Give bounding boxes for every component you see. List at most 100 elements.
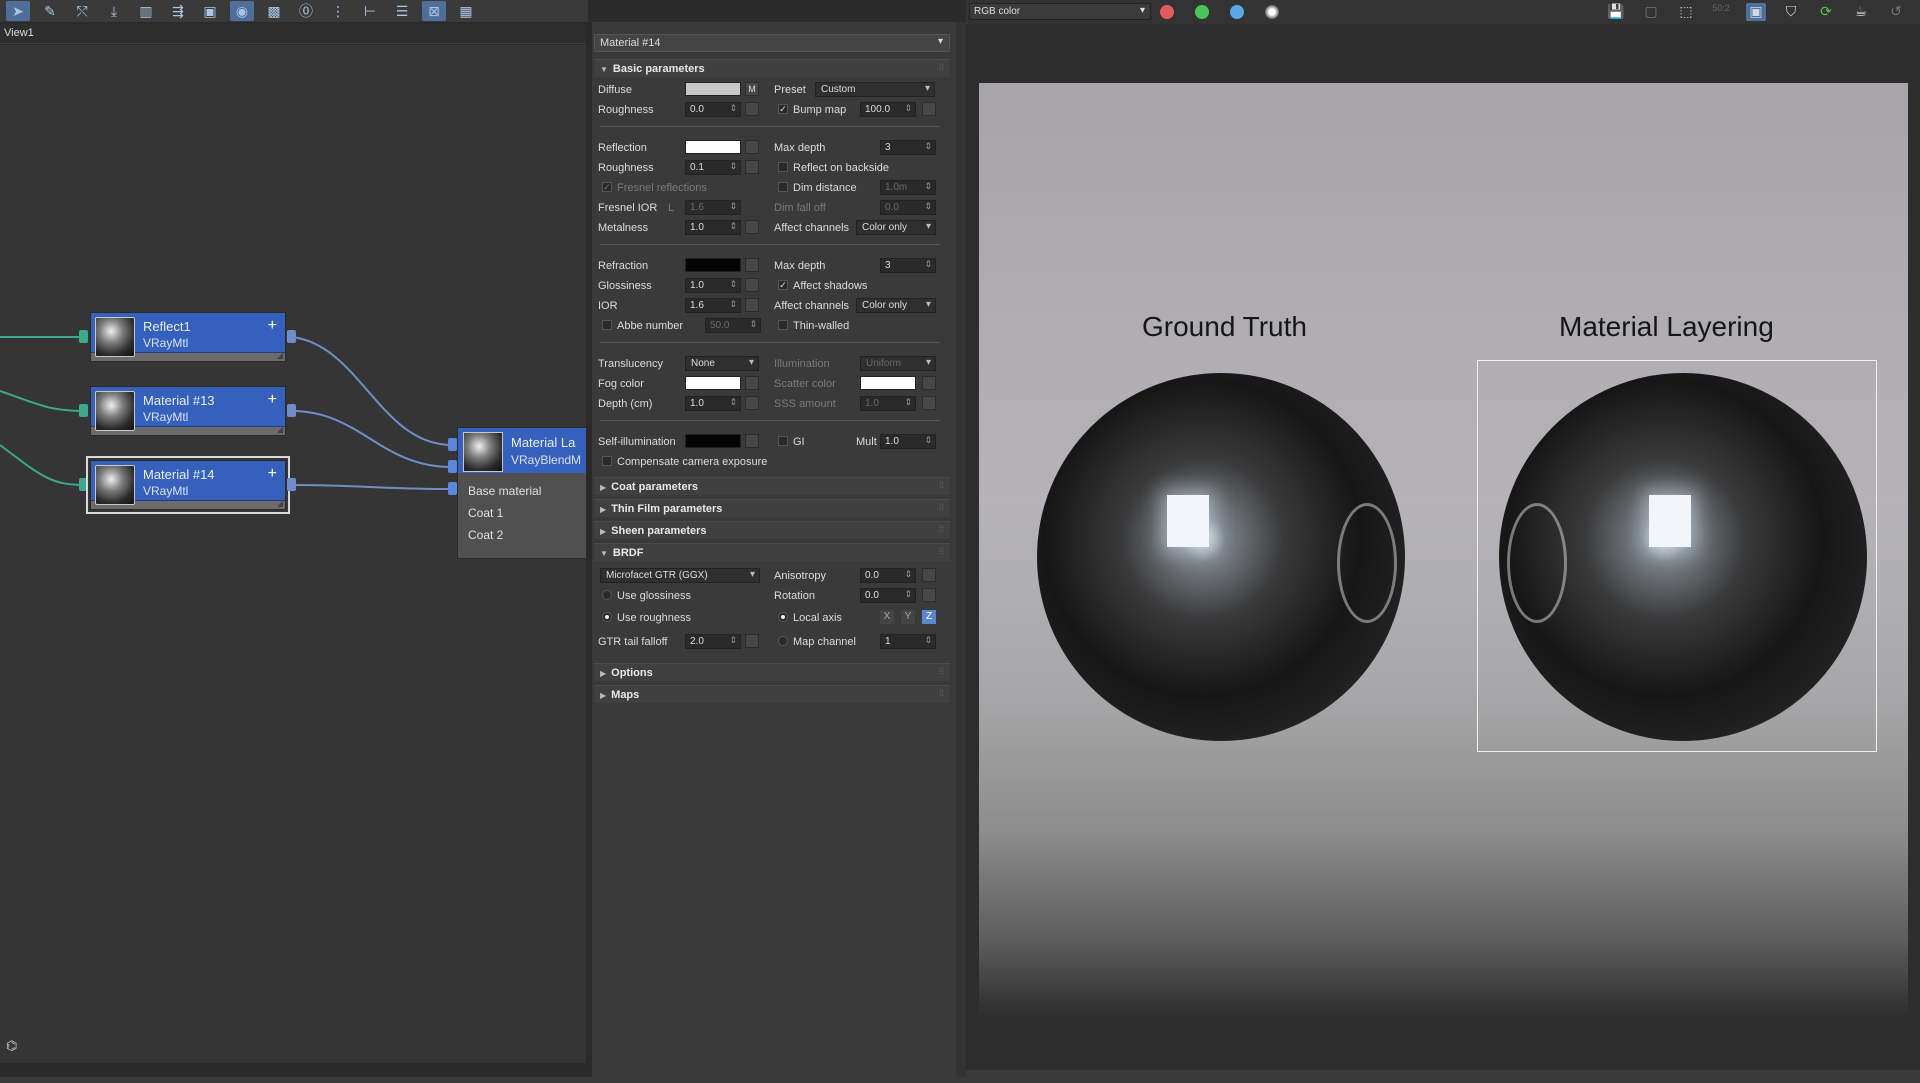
rotation-spinner[interactable]: 0.0	[860, 588, 916, 603]
slot-base-material[interactable]: Base material	[468, 484, 541, 498]
sss-map-button[interactable]	[922, 396, 936, 410]
abbe-checkbox[interactable]	[602, 320, 612, 330]
coat2-socket[interactable]	[448, 482, 457, 495]
blue-channel-button[interactable]	[1230, 5, 1244, 19]
bump-map-checkbox[interactable]: ✓	[778, 104, 788, 114]
pattern-icon[interactable]: ▦	[454, 1, 478, 21]
map-channel-radio[interactable]	[778, 636, 788, 646]
metalness-map-button[interactable]	[745, 220, 759, 234]
region-icon[interactable]: ⬚	[1676, 3, 1696, 21]
material-icon[interactable]: ▣	[198, 1, 222, 21]
fresnel-ior-spinner[interactable]: 1.6	[685, 200, 741, 215]
brdf-type-dropdown[interactable]: Microfacet GTR (GGX)	[600, 568, 760, 583]
fog-map-button[interactable]	[745, 376, 759, 390]
map-channel-spinner[interactable]: 1	[880, 634, 936, 649]
gtr-tail-spinner[interactable]: 2.0	[685, 634, 741, 649]
link-icon[interactable]: ⤲	[70, 1, 94, 21]
resize-grip-icon[interactable]: ◢	[277, 499, 283, 508]
bump-map-button[interactable]	[922, 102, 936, 116]
refresh-icon[interactable]: ⟳	[1816, 3, 1836, 21]
resize-grip-icon[interactable]: ◢	[277, 351, 283, 360]
node-material-13[interactable]: Material #13 VRayMtl + ◢	[90, 386, 286, 436]
teapot-icon[interactable]: ☕	[1851, 3, 1871, 21]
reflect1-output-socket[interactable]	[287, 330, 296, 343]
channel-select[interactable]: RGB color	[969, 3, 1151, 20]
ior-map-button[interactable]	[745, 298, 759, 312]
material13-output-socket[interactable]	[287, 404, 296, 417]
mult-spinner[interactable]: 1.0	[880, 434, 936, 449]
material13-input-socket[interactable]	[79, 404, 88, 417]
node-material-14[interactable]: Material #14 VRayMtl + ◢	[86, 456, 290, 514]
fresnel-ior-lock[interactable]: L	[668, 202, 674, 214]
axis-y-button[interactable]: Y	[901, 610, 915, 624]
rollout-drag-handle[interactable]: ⁞⁞	[939, 688, 944, 698]
sphere-icon[interactable]: ◉	[230, 1, 254, 21]
rollout-brdf[interactable]: ▼ BRDF ⁞⁞	[594, 543, 950, 561]
depth-spinner[interactable]: 1.0	[685, 396, 741, 411]
counter-icon[interactable]: ⓪	[294, 1, 318, 21]
reflection-roughness-map-button[interactable]	[745, 160, 759, 174]
scatter-map-button[interactable]	[922, 376, 936, 390]
base-material-socket[interactable]	[448, 438, 457, 451]
node-reflect1[interactable]: Reflect1 VRayMtl + ◢	[90, 312, 286, 362]
trash-icon[interactable]: ▥	[134, 1, 158, 21]
node-view-canvas[interactable]: Reflect1 VRayMtl + ◢ Material #13 VRayMt…	[0, 45, 588, 1063]
grid-icon[interactable]: ▩	[262, 1, 286, 21]
sss-amount-spinner[interactable]: 1.0	[860, 396, 916, 411]
coat1-socket[interactable]	[448, 460, 457, 473]
refraction-max-depth-spinner[interactable]: 3	[880, 258, 936, 273]
glossiness-map-button[interactable]	[745, 278, 759, 292]
save-icon[interactable]: 💾	[1606, 3, 1626, 21]
reflection-max-depth-spinner[interactable]: 3	[880, 140, 936, 155]
select-icon[interactable]: ➤	[6, 1, 30, 21]
checker-icon[interactable]: ⊠	[422, 1, 446, 21]
expand-plus-icon[interactable]: +	[268, 317, 277, 335]
dim-distance-spinner[interactable]: 1.0m	[880, 180, 936, 195]
slot-coat-1[interactable]: Coat 1	[468, 506, 503, 520]
rollout-maps[interactable]: ▶ Maps ⁞⁞	[594, 685, 950, 703]
metalness-spinner[interactable]: 1.0	[685, 220, 741, 235]
affect-channels-dropdown[interactable]: Color only	[856, 220, 936, 235]
use-roughness-radio[interactable]	[602, 612, 612, 622]
abbe-spinner[interactable]: 50.0	[705, 318, 761, 333]
illumination-dropdown[interactable]: Uniform	[860, 356, 936, 371]
mono-channel-button[interactable]	[1265, 5, 1279, 19]
rollout-options[interactable]: ▶ Options ⁞⁞	[594, 663, 950, 681]
anisotropy-map-button[interactable]	[922, 568, 936, 582]
material-name-field[interactable]: Material #14 ▾	[594, 34, 950, 52]
reflection-map-button[interactable]	[745, 140, 759, 154]
self-illumination-swatch[interactable]	[685, 434, 741, 448]
rollout-basic-parameters[interactable]: ▼ Basic parameters ⁞⁞	[594, 59, 950, 77]
depth-map-button[interactable]	[745, 396, 759, 410]
rollout-drag-handle[interactable]: ⁞⁞	[939, 524, 944, 534]
axis-x-button[interactable]: X	[880, 610, 894, 624]
reflection-color-swatch[interactable]	[685, 140, 741, 154]
slot-coat-2[interactable]: Coat 2	[468, 528, 503, 542]
copy-icon[interactable]: ▢	[1641, 3, 1661, 21]
frame-icon[interactable]: ▣	[1746, 3, 1766, 21]
undo-icon[interactable]: ↺	[1886, 3, 1906, 21]
rollout-drag-handle[interactable]: ⁞⁞	[939, 480, 944, 490]
resize-grip-icon[interactable]: ◢	[277, 425, 283, 434]
compensate-exposure-checkbox[interactable]	[602, 456, 612, 466]
reflect1-input-socket[interactable]	[79, 330, 88, 343]
reflect-backside-checkbox[interactable]	[778, 162, 788, 172]
preset-dropdown[interactable]: Custom	[815, 82, 935, 97]
roughness-map-button[interactable]	[745, 102, 759, 116]
layout-icon[interactable]: ⇶	[166, 1, 190, 21]
green-channel-button[interactable]	[1195, 5, 1209, 19]
anisotropy-spinner[interactable]: 0.0	[860, 568, 916, 583]
rollout-thin-film-parameters[interactable]: ▶ Thin Film parameters ⁞⁞	[594, 499, 950, 517]
rollout-drag-handle[interactable]: ⁞⁞	[939, 502, 944, 512]
material14-output-socket[interactable]	[287, 478, 296, 491]
translucency-dropdown[interactable]: None	[685, 356, 759, 371]
roughness-spinner[interactable]: 0.0	[685, 102, 741, 117]
list-icon[interactable]: ☰	[390, 1, 414, 21]
expand-plus-icon[interactable]: +	[268, 465, 277, 483]
red-channel-button[interactable]	[1160, 5, 1174, 19]
rollout-coat-parameters[interactable]: ▶ Coat parameters ⁞⁞	[594, 477, 950, 495]
pencil-icon[interactable]: ✎	[38, 1, 62, 21]
gtr-tail-map-button[interactable]	[745, 634, 759, 648]
gi-checkbox[interactable]	[778, 436, 788, 446]
rollout-drag-handle[interactable]: ⁞⁞	[939, 62, 944, 72]
